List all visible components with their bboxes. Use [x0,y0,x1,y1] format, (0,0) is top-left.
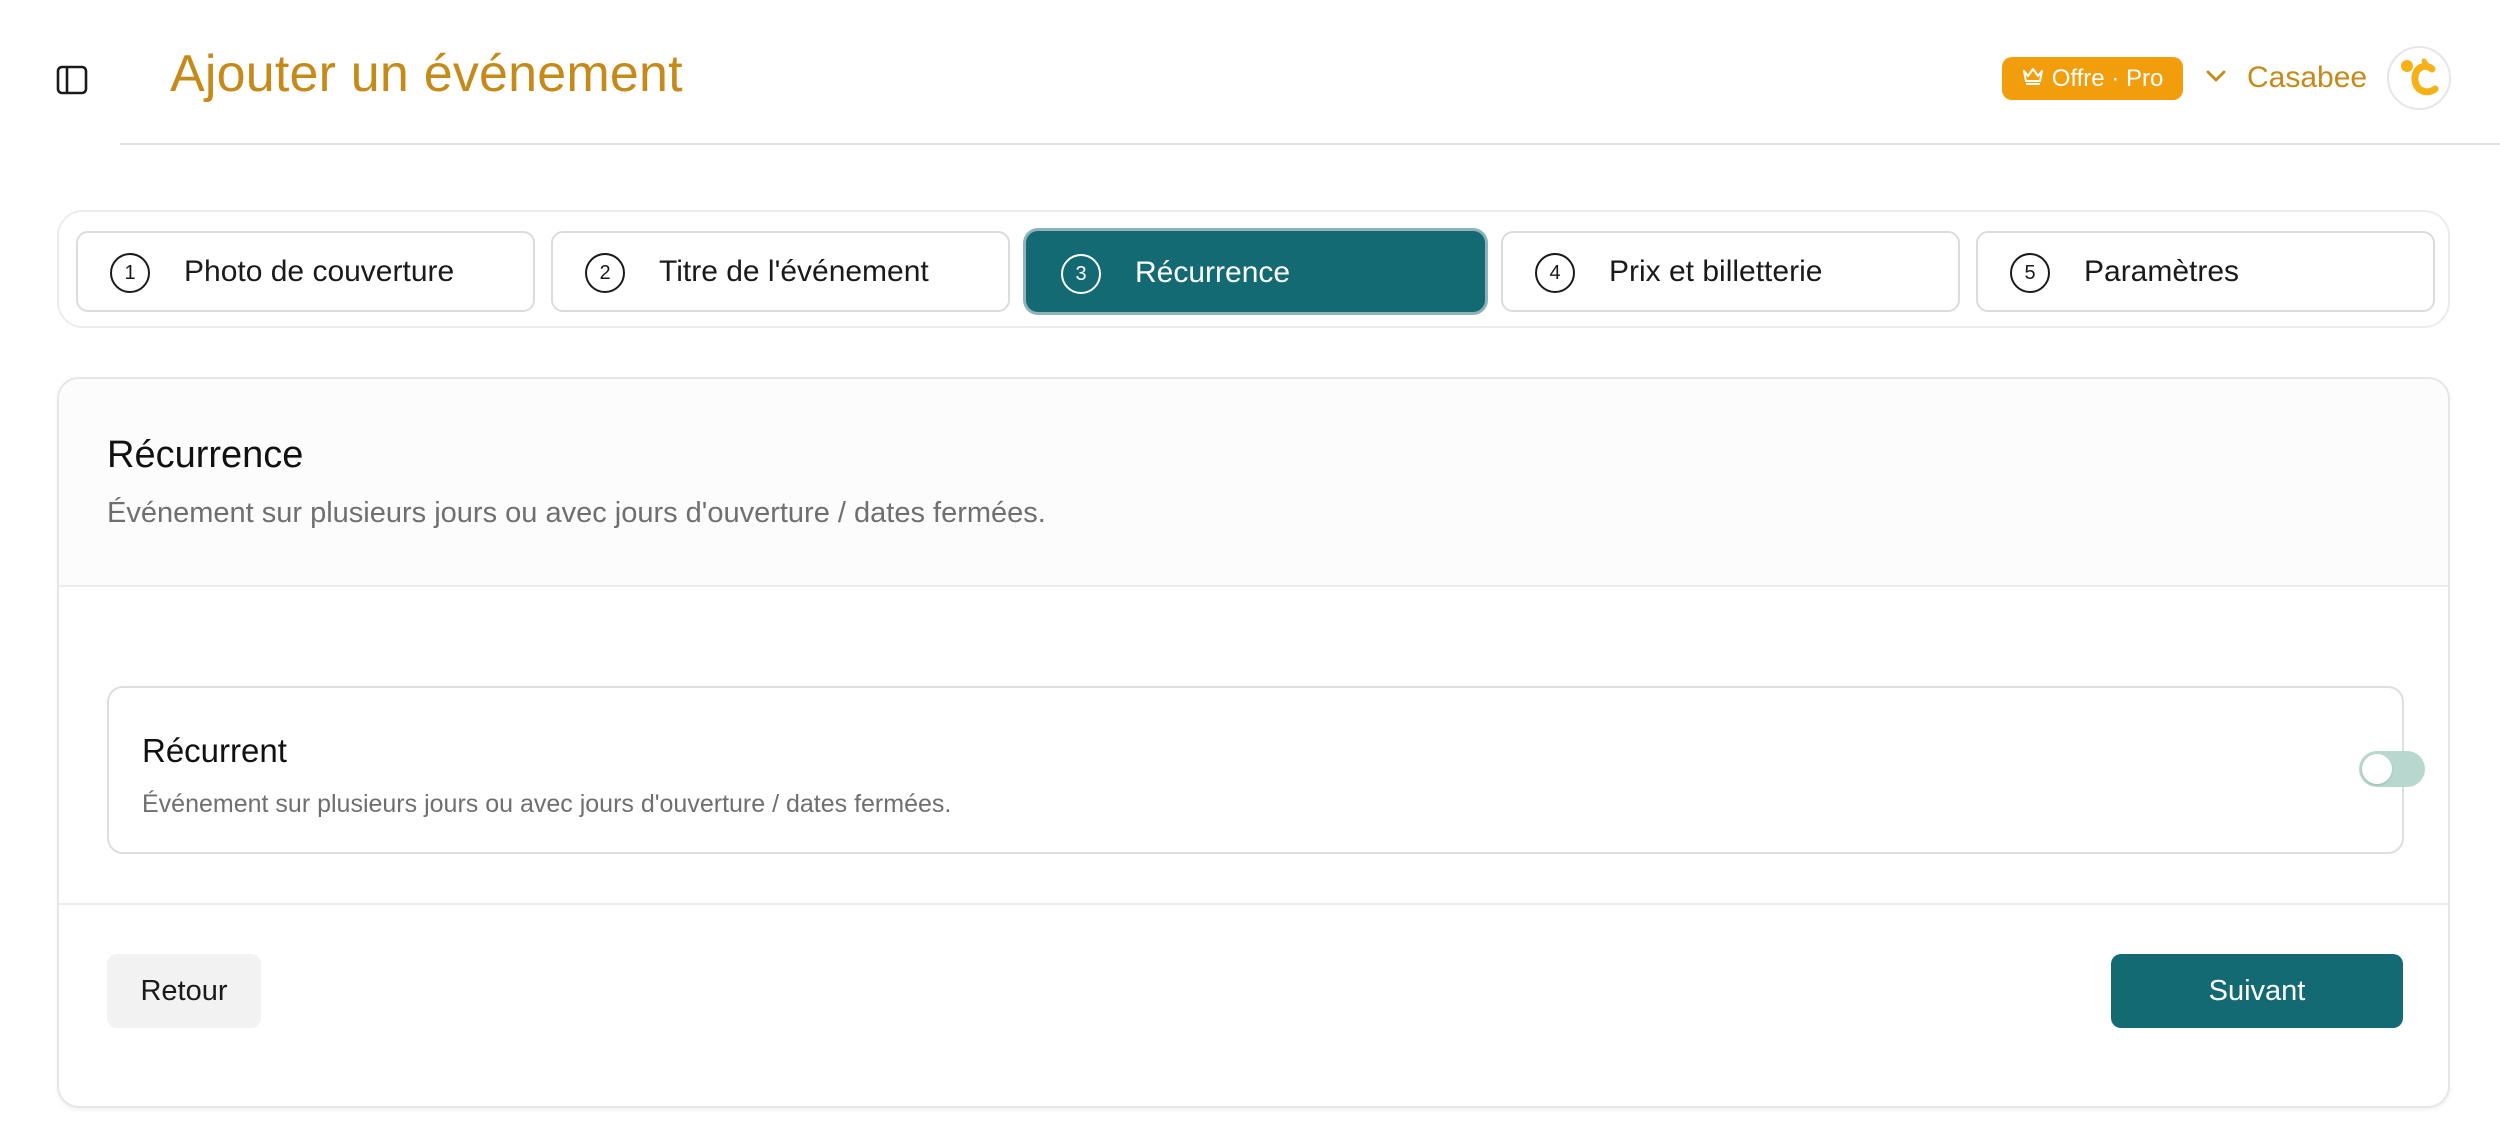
chevron-down-icon [2205,69,2227,88]
crown-icon [2022,65,2044,93]
step-number: 5 [2010,253,2050,293]
step-number: 3 [1061,254,1101,294]
step-label: Titre de l'événement [659,254,929,288]
step-parametres[interactable]: 5 Paramètres [1976,231,2435,312]
recurrence-card: Récurrence Événement sur plusieurs jours… [57,377,2450,1108]
step-label: Récurrence [1135,255,1291,289]
back-button[interactable]: Retour [107,954,261,1028]
card-header: Récurrence Événement sur plusieurs jours… [59,379,2448,587]
step-recurrence[interactable]: 3 Récurrence [1026,231,1485,312]
header-divider [120,143,2500,145]
step-titre-evenement[interactable]: 2 Titre de l'événement [551,231,1010,312]
recurrent-option: Récurrent Événement sur plusieurs jours … [107,686,2425,854]
casabee-logo-icon [2401,58,2439,96]
offer-badge[interactable]: Offre · Pro [2002,57,2183,100]
section-title: Récurrence [107,434,304,476]
account-switcher[interactable]: Casabee [2205,52,2367,104]
step-photo-de-couverture[interactable]: 1 Photo de couverture [76,231,535,312]
recurrent-option-description: Événement sur plusieurs jours ou avec jo… [142,790,952,818]
account-name: Casabee [2247,61,2368,94]
step-label: Paramètres [2084,254,2240,288]
step-number: 2 [585,253,625,293]
step-label: Prix et billetterie [1609,254,1823,288]
step-number: 1 [110,253,150,293]
recurrent-option-title: Récurrent [142,732,287,769]
next-button[interactable]: Suivant [2111,954,2403,1028]
toggle-knob [2362,754,2392,784]
footer-divider [59,903,2448,905]
top-bar: Ajouter un événement Offre · Pro Casabee [0,0,2500,145]
stepper: 1 Photo de couverture 2 Titre de l'événe… [57,210,2450,328]
step-prix-et-billetterie[interactable]: 4 Prix et billetterie [1501,231,1960,312]
offer-badge-label: Offre · Pro [2051,64,2164,92]
sidebar-toggle-icon[interactable] [54,64,90,96]
recurrent-toggle[interactable] [2359,751,2425,787]
step-number: 4 [1535,253,1575,293]
step-label: Photo de couverture [184,254,455,288]
avatar[interactable] [2387,46,2451,110]
section-subtitle: Événement sur plusieurs jours ou avec jo… [107,497,1046,529]
page-title: Ajouter un événement [170,45,683,103]
